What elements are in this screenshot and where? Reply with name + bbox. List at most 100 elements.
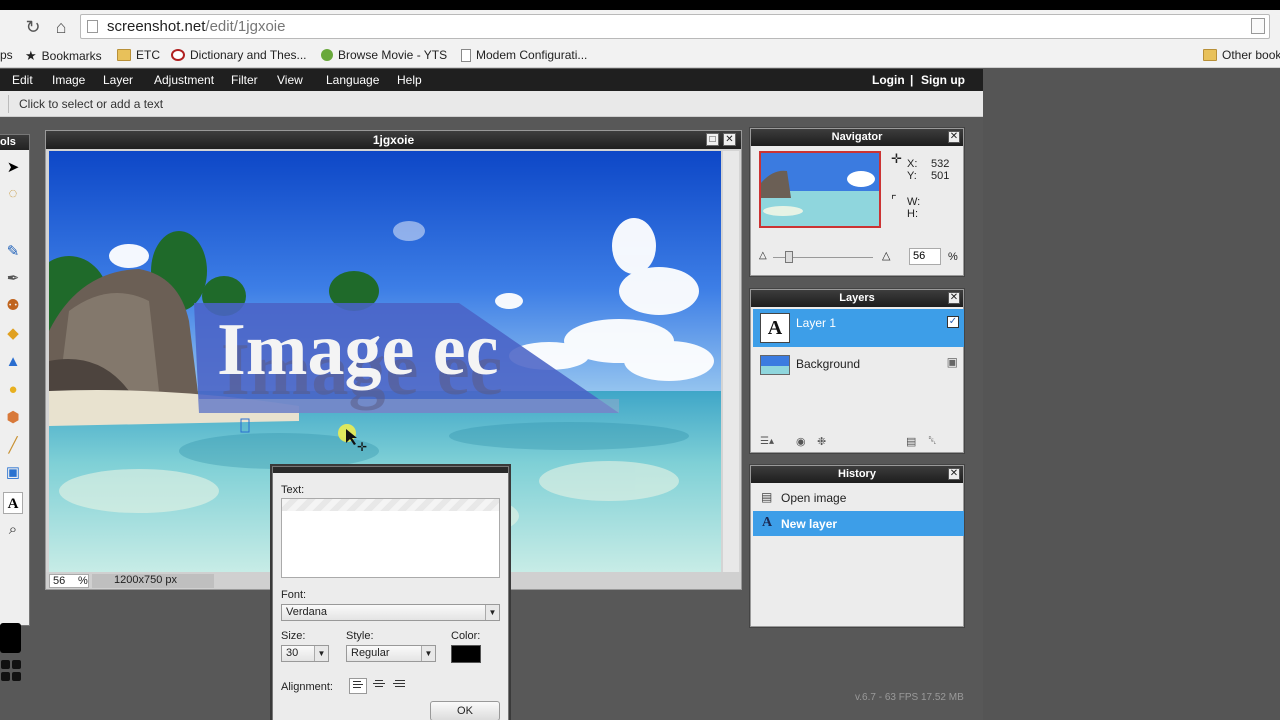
move-tool-icon[interactable]: ➤ [3,157,23,179]
x-label: X: [907,158,918,170]
align-right-icon[interactable] [390,678,408,694]
address-text: screenshot.net/edit/1jgxoie [107,18,286,35]
history-title: History [751,466,963,483]
align-left-icon[interactable] [349,678,367,694]
zoom-slider-thumb[interactable] [785,251,793,263]
align-center-icon[interactable] [370,678,388,694]
text-tool-icon[interactable]: A [3,492,23,514]
y-value: 501 [931,170,950,182]
pencil-tool-icon[interactable]: ✎ [3,241,23,263]
vertical-scrollbar[interactable] [723,151,739,572]
zoom-input[interactable]: 56 [909,248,941,265]
menu-help[interactable]: Help [397,73,422,87]
close-icon[interactable]: ✕ [948,292,960,304]
menu-view[interactable]: View [277,73,303,87]
zoom-in-icon[interactable]: △ [882,249,890,262]
size-select[interactable]: 30 ▼ [281,645,329,662]
screen-mode-icon[interactable] [12,672,21,681]
layer-visibility-checkbox[interactable]: ✓ [947,316,959,328]
auth-separator: | [910,73,914,87]
tool-options-bar: Click to select or add a text [0,91,983,117]
eyedropper-tool-icon[interactable]: ╱ [3,435,23,457]
bookmark-apps[interactable]: ps [0,48,13,62]
stamp-tool-icon[interactable]: ⚉ [3,295,23,317]
layer-row-background[interactable]: Background ▣ [753,349,964,387]
history-panel: History ✕ ▤ Open image A New layer [750,465,964,627]
history-label: Open image [781,491,847,505]
menu-filter[interactable]: Filter [231,73,258,87]
open-image-icon: ▤ [761,490,773,504]
layer-mask-icon[interactable]: ◉ [796,435,806,448]
text-dialog: Text: Font: Verdana ▼ Size: Style: Color… [272,466,509,720]
layer-row-layer-1[interactable]: A Layer 1 ✓ [753,309,964,347]
close-icon[interactable]: ✕ [948,131,960,143]
style-label: Style: [346,630,374,642]
style-select[interactable]: Regular ▼ [346,645,436,662]
size-label: Size: [281,630,306,642]
layers-title: Layers [751,290,963,307]
ok-button[interactable]: OK [430,701,500,720]
bookmark-other[interactable]: Other book [1203,48,1280,62]
close-icon[interactable]: ✕ [723,133,736,146]
sharpen-tool-icon[interactable]: ▲ [3,351,23,373]
reload-icon[interactable]: ↻ [22,16,44,38]
overlay-text[interactable]: Image ec [217,309,498,391]
transform-tool-icon[interactable]: ▣ [3,462,23,484]
close-icon[interactable]: ✕ [948,468,960,480]
menu-layer[interactable]: Layer [103,73,133,87]
bookmarks-bar: ps ★ Bookmarks ETC Dictionary and Thes...… [0,44,1280,68]
h-label: H: [907,208,918,220]
dodge-tool-icon[interactable]: ● [3,379,23,401]
swap-colors-icon[interactable] [1,660,10,669]
bookmark-etc[interactable]: ETC [117,48,160,62]
foreground-color-swatch[interactable] [0,623,21,653]
quick-mask-icon[interactable] [1,672,10,681]
navigator-thumbnail[interactable] [759,151,881,228]
text-color-swatch[interactable] [451,645,481,663]
bookmark-yts[interactable]: Browse Movie - YTS [321,48,447,62]
menu-image[interactable]: Image [52,73,85,87]
zoom-field[interactable]: 56% [49,574,89,588]
home-icon[interactable]: ⌂ [50,16,72,38]
menu-edit[interactable]: Edit [12,73,33,87]
crosshair-icon: ✛ [891,151,902,166]
navigator-thumbnail-image [761,153,879,226]
page-icon [461,48,471,62]
bucket-tool-icon[interactable]: ◆ [3,323,23,345]
layer-style-icon[interactable]: ❉ [817,435,826,448]
menu-language[interactable]: Language [326,73,379,87]
layer-name: Layer 1 [796,316,837,330]
signup-link[interactable]: Sign up [921,73,965,87]
lasso-tool-icon[interactable]: ◌ [3,183,23,205]
chevron-down-icon: ▼ [314,646,328,661]
history-row-new-layer[interactable]: A New layer [753,511,964,536]
history-label: New layer [781,517,838,531]
default-colors-icon[interactable] [12,660,21,669]
login-link[interactable]: Login [872,73,905,87]
address-bar[interactable]: screenshot.net/edit/1jgxoie [80,14,1270,39]
text-input[interactable] [281,498,500,578]
layers-panel: Layers ✕ A Layer 1 ✓ Background ▣ ☰▴ ◉ ❉… [750,289,964,453]
delete-layer-icon[interactable]: ␡ [928,435,937,448]
bookmark-dictionary[interactable]: Dictionary and Thes... [171,48,307,62]
layer-menu-icon[interactable]: ☰▴ [760,436,774,447]
selection-size-icon: ⌜ [891,193,897,207]
lock-icon: ▣ [946,355,958,369]
history-row-open-image[interactable]: ▤ Open image [753,485,964,510]
brush-tool-icon[interactable]: ✒ [3,268,23,290]
layer-name: Background [796,357,861,371]
zoom-out-icon[interactable]: △ [759,250,767,261]
menu-adjustment[interactable]: Adjustment [154,73,214,87]
zoom-unit: % [948,251,958,263]
color-label: Color: [451,630,481,642]
browser-toolbar: ↻ ⌂ screenshot.net/edit/1jgxoie [0,10,1280,44]
maximize-icon[interactable]: □ [706,133,719,146]
font-select[interactable]: Verdana ▼ [281,604,500,621]
bookmark-bookmarks[interactable]: ★ Bookmarks [25,48,102,64]
zoom-tool-icon[interactable]: ⌕ [3,519,23,541]
sponge-tool-icon[interactable]: ⬢ [3,407,23,429]
bookmark-star-icon[interactable] [1251,18,1265,34]
new-layer-icon[interactable]: ▤ [906,435,916,448]
bookmark-modem[interactable]: Modem Configurati... [461,48,587,62]
x-value: 532 [931,158,950,170]
